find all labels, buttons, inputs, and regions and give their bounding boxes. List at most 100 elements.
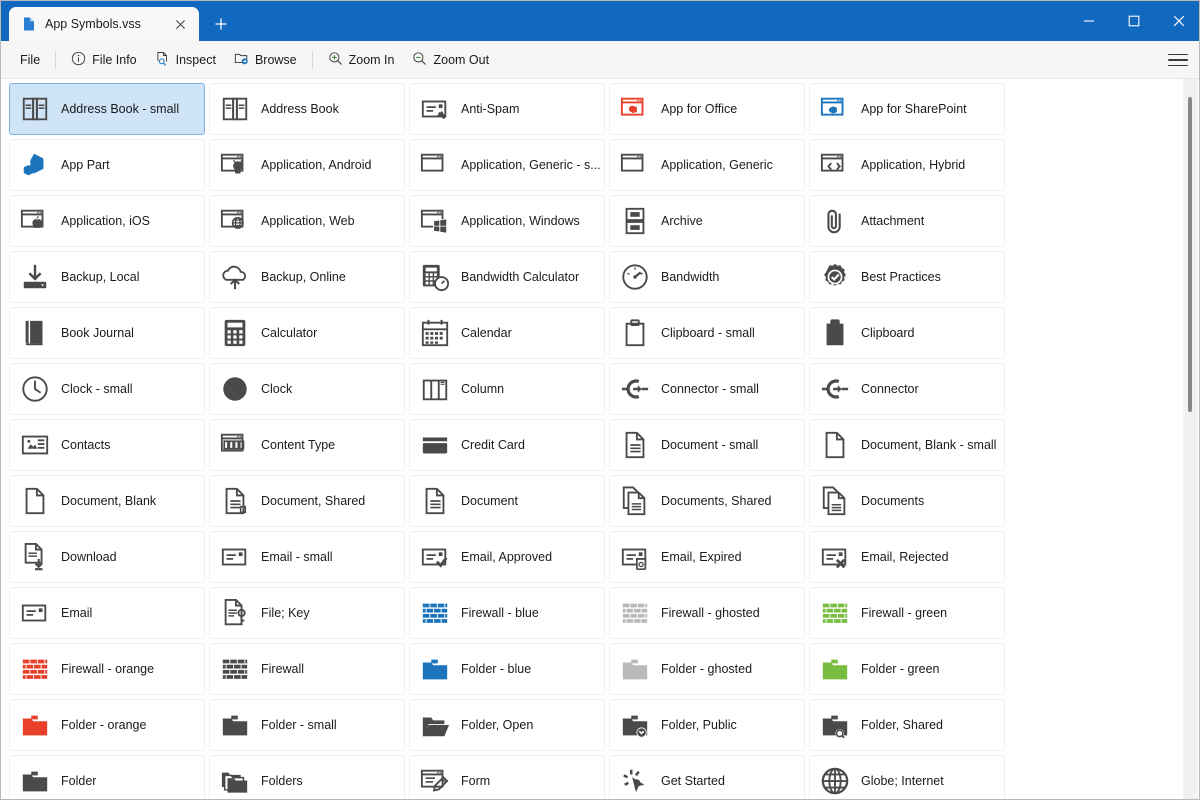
firewall-icon — [220, 654, 250, 684]
button-zoom-in[interactable]: Zoom In — [319, 46, 404, 74]
symbol-label: Folder - orange — [61, 718, 147, 732]
symbol-cell[interactable]: Email, Rejected — [809, 531, 1005, 583]
symbol-cell[interactable]: Folder - blue — [409, 643, 605, 695]
symbol-cell[interactable]: Application, Hybrid — [809, 139, 1005, 191]
symbol-cell[interactable]: Application, Web — [209, 195, 405, 247]
file-key-icon — [220, 598, 250, 628]
credit-card-icon — [420, 430, 450, 460]
symbol-cell[interactable]: Email, Expired — [609, 531, 805, 583]
symbol-cell[interactable]: Documents, Shared — [609, 475, 805, 527]
symbol-cell[interactable]: Document — [409, 475, 605, 527]
minimize-icon[interactable] — [1066, 1, 1111, 41]
symbol-label: Content Type — [261, 438, 336, 452]
symbol-cell[interactable]: Connector — [809, 363, 1005, 415]
close-icon[interactable] — [1156, 1, 1199, 41]
symbol-cell[interactable]: Application, Windows — [409, 195, 605, 247]
symbol-cell[interactable]: Calendar — [409, 307, 605, 359]
symbol-cell[interactable]: Credit Card — [409, 419, 605, 471]
symbol-cell[interactable]: Attachment — [809, 195, 1005, 247]
button-inspect-label: Inspect — [175, 52, 216, 67]
symbol-cell[interactable]: App Part — [9, 139, 205, 191]
symbol-cell[interactable]: Contacts — [9, 419, 205, 471]
symbol-cell[interactable]: Folder - green — [809, 643, 1005, 695]
symbol-cell[interactable]: Document, Shared — [209, 475, 405, 527]
symbol-label: Document, Blank — [61, 494, 157, 508]
symbol-cell[interactable]: Best Practices — [809, 251, 1005, 303]
symbol-cell[interactable]: Backup, Local — [9, 251, 205, 303]
symbol-label: Archive — [661, 214, 703, 228]
symbol-cell[interactable]: Address Book — [209, 83, 405, 135]
symbol-cell[interactable]: Firewall — [209, 643, 405, 695]
symbol-cell[interactable]: Folder - orange — [9, 699, 205, 751]
symbol-label: Download — [61, 550, 117, 564]
symbol-cell[interactable]: Email, Approved — [409, 531, 605, 583]
symbol-cell[interactable]: Firewall - blue — [409, 587, 605, 639]
symbol-cell[interactable]: Calculator — [209, 307, 405, 359]
symbol-cell[interactable]: Application, Generic — [609, 139, 805, 191]
button-browse[interactable]: Browse — [225, 46, 306, 74]
symbol-cell[interactable]: Documents — [809, 475, 1005, 527]
symbol-cell[interactable]: Form — [409, 755, 605, 799]
menu-file[interactable]: File — [11, 46, 49, 74]
application-ios-icon — [20, 206, 50, 236]
symbol-cell[interactable]: Archive — [609, 195, 805, 247]
tab-app-symbols[interactable]: App Symbols.vss — [9, 7, 199, 41]
symbol-cell[interactable]: Document - small — [609, 419, 805, 471]
vertical-scrollbar[interactable] — [1183, 79, 1198, 799]
symbol-cell[interactable]: Clock - small — [9, 363, 205, 415]
symbol-cell[interactable]: Get Started — [609, 755, 805, 799]
symbol-cell[interactable]: Connector - small — [609, 363, 805, 415]
symbol-cell[interactable]: Folder - ghosted — [609, 643, 805, 695]
symbol-cell[interactable]: Download — [9, 531, 205, 583]
symbol-cell[interactable]: Email — [9, 587, 205, 639]
symbol-label: Folder — [61, 774, 97, 788]
symbol-cell[interactable]: Application, Android — [209, 139, 405, 191]
symbol-cell[interactable]: File; Key — [209, 587, 405, 639]
symbol-cell[interactable]: Folder - small — [209, 699, 405, 751]
symbol-cell[interactable]: Content Type — [209, 419, 405, 471]
symbol-cell[interactable]: Clipboard — [809, 307, 1005, 359]
symbol-cell[interactable]: Backup, Online — [209, 251, 405, 303]
symbol-cell[interactable]: Address Book - small — [9, 83, 205, 135]
maximize-icon[interactable] — [1111, 1, 1156, 41]
hamburger-icon[interactable] — [1165, 48, 1191, 72]
browse-folder-icon — [234, 51, 249, 69]
close-icon[interactable] — [169, 13, 191, 35]
symbol-label: Connector — [861, 382, 919, 396]
email-small-icon — [220, 542, 250, 572]
content-type-icon — [220, 430, 250, 460]
symbol-cell[interactable]: Application, Generic - s... — [409, 139, 605, 191]
symbol-cell[interactable]: Email - small — [209, 531, 405, 583]
symbol-cell[interactable]: Folder — [9, 755, 205, 799]
button-zoom-out[interactable]: Zoom Out — [403, 46, 498, 74]
symbol-cell[interactable]: App for Office — [609, 83, 805, 135]
scrollbar-thumb[interactable] — [1188, 97, 1192, 412]
symbol-cell[interactable]: Application, iOS — [9, 195, 205, 247]
application-windows-icon — [420, 206, 450, 236]
symbol-cell[interactable]: Document, Blank — [9, 475, 205, 527]
symbol-cell[interactable]: Document, Blank - small — [809, 419, 1005, 471]
symbol-cell[interactable]: Bandwidth — [609, 251, 805, 303]
symbol-cell[interactable]: Clipboard - small — [609, 307, 805, 359]
symbol-label: Folder, Shared — [861, 718, 943, 732]
symbol-cell[interactable]: Firewall - green — [809, 587, 1005, 639]
symbol-cell[interactable]: Bandwidth Calculator — [409, 251, 605, 303]
application-generic-small-icon — [420, 150, 450, 180]
email-approved-icon — [420, 542, 450, 572]
symbol-cell[interactable]: Clock — [209, 363, 405, 415]
new-tab-button[interactable] — [205, 8, 237, 40]
symbol-cell[interactable]: Column — [409, 363, 605, 415]
symbol-cell[interactable]: Folder, Public — [609, 699, 805, 751]
symbol-cell[interactable]: Folder, Open — [409, 699, 605, 751]
symbol-cell[interactable]: Anti-Spam — [409, 83, 605, 135]
symbol-label: Document, Blank - small — [861, 438, 997, 452]
symbol-cell[interactable]: Firewall - ghosted — [609, 587, 805, 639]
symbol-cell[interactable]: App for SharePoint — [809, 83, 1005, 135]
symbol-cell[interactable]: Folders — [209, 755, 405, 799]
symbol-cell[interactable]: Book Journal — [9, 307, 205, 359]
symbol-cell[interactable]: Globe; Internet — [809, 755, 1005, 799]
symbol-cell[interactable]: Folder, Shared — [809, 699, 1005, 751]
button-file-info[interactable]: File Info — [62, 46, 145, 74]
symbol-cell[interactable]: Firewall - orange — [9, 643, 205, 695]
button-inspect[interactable]: Inspect — [146, 46, 225, 74]
